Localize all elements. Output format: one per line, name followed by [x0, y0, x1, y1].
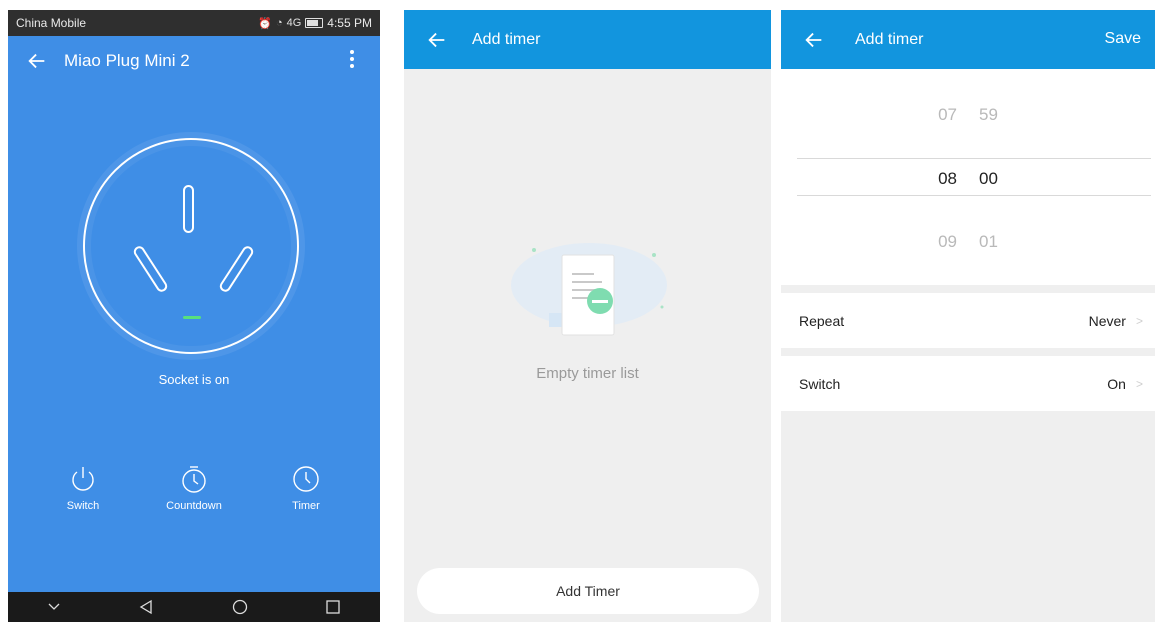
socket-slot-right: [217, 244, 256, 294]
clock-time: 4:55 PM: [327, 16, 372, 30]
timer-list-screen: Add timer Empty timer list Add Timer: [404, 10, 771, 622]
device-title: Miao Plug Mini 2: [64, 51, 190, 70]
setting-label: Switch: [799, 375, 841, 392]
status-icons: ⏰ ◔ 4G 4:55 PM: [258, 16, 372, 30]
chevron-right-icon: >: [1135, 376, 1143, 391]
save-button[interactable]: Save: [1105, 30, 1141, 48]
nav-home-icon[interactable]: [232, 599, 248, 615]
empty-state-text: Empty timer list: [536, 365, 639, 382]
page-title: Add timer: [855, 30, 924, 48]
repeat-setting-row[interactable]: Repeat Never >: [781, 293, 1155, 348]
time-picker[interactable]: 07 59 08 00 09 01: [781, 69, 1155, 285]
more-options-icon[interactable]: [350, 50, 354, 68]
picker-row-above[interactable]: 07 59: [781, 105, 1155, 145]
carrier-label: China Mobile: [16, 16, 87, 30]
picker-divider: [797, 158, 1151, 159]
picker-row-below[interactable]: 09 01: [781, 232, 1155, 272]
add-timer-button[interactable]: Add Timer: [417, 568, 759, 614]
clock-icon: [293, 466, 319, 492]
device-header: Miao Plug Mini 2: [8, 36, 380, 86]
back-arrow-icon[interactable]: [426, 29, 448, 51]
stopwatch-icon: [182, 466, 206, 493]
picker-row-selected[interactable]: 08 00: [781, 169, 1155, 209]
socket-illustration[interactable]: [83, 138, 299, 354]
picker-hour: 07: [938, 105, 957, 124]
chevron-right-icon: >: [1135, 313, 1143, 328]
switch-button[interactable]: Switch: [43, 464, 123, 512]
power-led-indicator: [183, 316, 201, 319]
countdown-button[interactable]: Countdown: [154, 464, 234, 512]
setting-value-group: On >: [1107, 376, 1143, 392]
nav-back-icon[interactable]: [138, 599, 154, 615]
setting-label: Repeat: [799, 312, 845, 329]
timer-label: Timer: [292, 500, 320, 512]
alarm-icon: ⏰: [258, 17, 272, 30]
back-arrow-icon[interactable]: [26, 50, 48, 72]
setting-value: Never: [1088, 312, 1126, 329]
app-bar: Add timer: [404, 10, 771, 69]
status-bar: China Mobile ⏰ ◔ 4G 4:55 PM: [8, 10, 380, 36]
plug-control-screen: China Mobile ⏰ ◔ 4G 4:55 PM Miao Plug Mi…: [8, 10, 380, 622]
switch-label: Switch: [66, 500, 100, 512]
empty-list-illustration: [511, 243, 667, 336]
app-bar: Add timer Save: [781, 10, 1155, 69]
battery-icon: [305, 18, 324, 28]
setting-value-group: Never >: [1089, 313, 1143, 329]
add-timer-screen: Add timer Save 07 59 08 00 09 01 Repeat …: [781, 10, 1155, 622]
picker-minute: 59: [979, 105, 998, 124]
picker-minute: 01: [979, 232, 998, 251]
picker-divider: [797, 195, 1151, 196]
system-nav-bar: [8, 592, 380, 622]
page-title: Add timer: [472, 30, 541, 48]
timer-button[interactable]: Timer: [266, 464, 346, 512]
action-bar: Switch Countdown Timer: [8, 464, 380, 524]
back-arrow-icon[interactable]: [803, 29, 825, 51]
chevron-down-icon[interactable]: [47, 600, 61, 614]
socket-slot-top: [183, 185, 194, 233]
picker-minute: 00: [979, 169, 998, 188]
power-icon: [72, 467, 94, 491]
countdown-label: Countdown: [166, 500, 222, 512]
nav-recents-icon[interactable]: [325, 599, 341, 615]
signal-label: 4G: [286, 17, 302, 29]
picker-hour: 09: [938, 232, 957, 251]
setting-value: On: [1107, 375, 1126, 392]
wifi-icon: ◔: [275, 17, 283, 29]
switch-setting-row[interactable]: Switch On >: [781, 356, 1155, 411]
socket-slot-left: [131, 244, 170, 294]
socket-status-text: Socket is on: [158, 372, 230, 387]
picker-hour: 08: [938, 169, 957, 188]
